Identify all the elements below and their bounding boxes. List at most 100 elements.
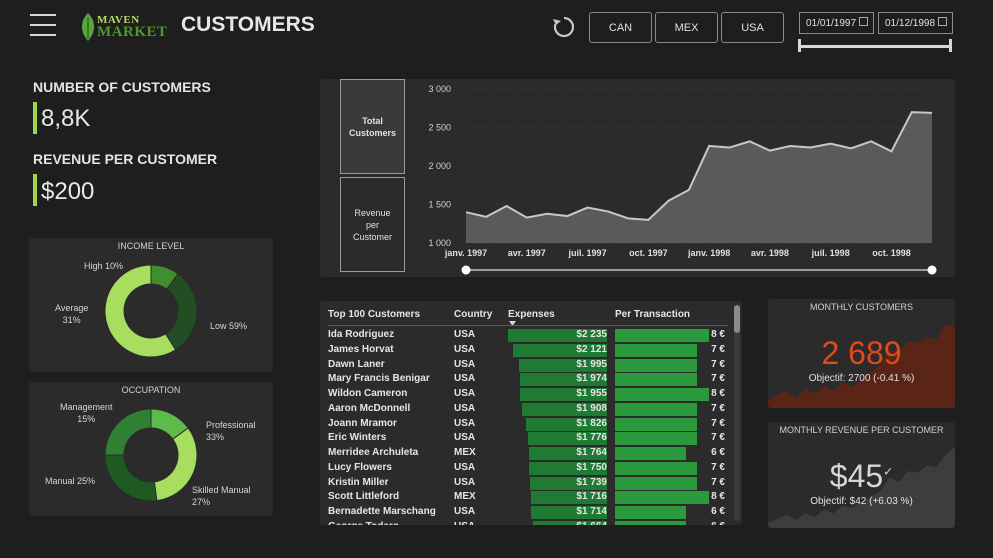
- table-row[interactable]: Merridee Archuleta MEX $1 764 6 €: [328, 446, 728, 461]
- customer-expenses: $1 974: [576, 373, 607, 385]
- reset-icon[interactable]: [551, 14, 577, 40]
- donut-slice-average[interactable]: [164, 273, 197, 351]
- table-row[interactable]: Kristin Miller USA $1 739 7 €: [328, 476, 728, 491]
- occupation-donut-chart[interactable]: [105, 409, 197, 501]
- table-row[interactable]: George Todero USA $1 664 6 €: [328, 520, 728, 525]
- monthly-revenue-value-wrap: $45✓: [768, 458, 955, 495]
- table-scrollbar[interactable]: [734, 305, 740, 521]
- table-row[interactable]: James Horvat USA $2 121 7 €: [328, 343, 728, 358]
- customer-expenses: $1 716: [576, 491, 607, 503]
- customer-per-transaction: 8 €: [711, 388, 725, 399]
- per-transaction-bar: [615, 417, 697, 431]
- x-tick-label: janv. 1998: [687, 248, 730, 258]
- table-row[interactable]: Mary Francis Benigar USA $1 974 7 €: [328, 372, 728, 387]
- income-donut-chart[interactable]: [105, 265, 197, 357]
- customer-expenses: $1 764: [576, 447, 607, 458]
- column-header-country[interactable]: Country: [454, 309, 492, 320]
- per-transaction-bar: [615, 388, 709, 401]
- customer-per-transaction: 7 €: [711, 417, 725, 429]
- customer-name: Mary Francis Benigar: [328, 373, 430, 385]
- monthly-customers-card: MONTHLY CUSTOMERS 2 689 Objectif: 2700 (…: [768, 299, 955, 408]
- table-row[interactable]: Wildon Cameron USA $1 955 8 €: [328, 387, 728, 402]
- customer-expenses: $1 995: [576, 358, 607, 370]
- customer-country: USA: [454, 329, 476, 340]
- x-tick-label: juil. 1998: [811, 248, 850, 258]
- header-divider: [328, 325, 728, 326]
- per-transaction-bar: [615, 461, 697, 475]
- monthly-customers-title: MONTHLY CUSTOMERS: [809, 302, 913, 312]
- revenue-kpi-value: $200: [41, 178, 95, 205]
- country-button-can[interactable]: CAN: [589, 12, 652, 43]
- customer-expenses: $2 235: [576, 329, 607, 340]
- donut-slice-skilled-manual[interactable]: [105, 454, 158, 501]
- per-transaction-bar: [615, 520, 686, 525]
- customer-per-transaction: 7 €: [711, 432, 725, 444]
- customer-expenses: $1 776: [576, 432, 607, 444]
- customer-trend-area-chart[interactable]: 1 000 1 500 2 000 2 500 3 000 janv. 1997 avr. …: [415, 81, 950, 275]
- income-label-average: Average 31%: [55, 303, 89, 325]
- area-fill: [466, 112, 932, 243]
- date-range-slider-track[interactable]: [799, 45, 952, 48]
- income-label-high: High 10%: [84, 261, 124, 271]
- occupation-panel: OCCUPATION Management 15% Professional 3…: [29, 382, 273, 516]
- menu-icon[interactable]: [30, 14, 56, 38]
- customer-trend-panel: Total Customers Revenue per Customer 1 0…: [320, 79, 955, 277]
- table-row[interactable]: Bernadette Marschang USA $1 714 6 €: [328, 505, 728, 520]
- customer-expenses: $1 714: [576, 506, 607, 517]
- per-transaction-bar: [615, 343, 697, 357]
- check-icon: ✓: [883, 464, 894, 479]
- date-range-handle-start[interactable]: [798, 39, 801, 52]
- date-start-field[interactable]: 01/01/1997: [799, 12, 874, 34]
- scrollbar-thumb[interactable]: [734, 305, 740, 333]
- table-row[interactable]: Scott Littleford MEX $1 716 8 €: [328, 490, 728, 505]
- country-button-mex[interactable]: MEX: [655, 12, 718, 43]
- customer-name: George Todero: [328, 521, 399, 525]
- date-end-field[interactable]: 01/12/1998: [878, 12, 953, 34]
- monthly-revenue-target: Objectif: $42 (+6.03 %): [810, 496, 913, 507]
- customer-name: Eric Winters: [328, 432, 387, 444]
- customer-country: MEX: [454, 491, 476, 503]
- time-range-handle-start[interactable]: [461, 265, 471, 275]
- page-title: CUSTOMERS: [181, 13, 315, 36]
- customer-country: USA: [454, 417, 476, 429]
- monthly-customers-target: Objectif: 2700 (-0.41 %): [808, 373, 915, 384]
- toggle-revenue-per-customer[interactable]: Revenue per Customer: [340, 177, 405, 272]
- customer-name: Wildon Cameron: [328, 388, 408, 399]
- customer-expenses: $1 739: [576, 476, 607, 488]
- kpi-accent-bar: [33, 102, 37, 134]
- y-tick-label: 1 000: [428, 238, 451, 248]
- customer-country: MEX: [454, 447, 476, 458]
- customer-name: Scott Littleford: [328, 491, 400, 503]
- customer-per-transaction: 6 €: [698, 521, 725, 525]
- calendar-icon: [859, 17, 868, 26]
- table-row[interactable]: Dawn Laner USA $1 995 7 €: [328, 358, 728, 373]
- toggle-total-customers[interactable]: Total Customers: [340, 79, 405, 174]
- table-row[interactable]: Aaron McDonnell USA $1 908 7 €: [328, 402, 728, 417]
- country-button-usa[interactable]: USA: [721, 12, 784, 43]
- customer-country: USA: [454, 373, 476, 385]
- table-row[interactable]: Joann Mramor USA $1 826 7 €: [328, 417, 728, 432]
- maven-market-logo: MAVEN MARKET: [79, 12, 171, 42]
- table-row[interactable]: Ida Rodriguez USA $2 235 8 €: [328, 328, 728, 343]
- table-row[interactable]: Eric Winters USA $1 776 7 €: [328, 431, 728, 446]
- customer-name: Kristin Miller: [328, 476, 389, 488]
- date-range-handle-end[interactable]: [949, 39, 952, 52]
- customer-name: Aaron McDonnell: [328, 402, 411, 414]
- income-level-title: INCOME LEVEL: [117, 241, 185, 251]
- customer-name: Ida Rodriguez: [328, 329, 395, 340]
- customer-country: USA: [454, 388, 476, 399]
- top-customers-table: Top 100 Customers Country Expenses Per T…: [320, 301, 742, 525]
- monthly-customers-value: 2 689: [821, 335, 902, 371]
- customer-name: Bernadette Marschang: [328, 506, 436, 517]
- table-row[interactable]: Lucy Flowers USA $1 750 7 €: [328, 461, 728, 476]
- column-header-per-transaction[interactable]: Per Transaction: [615, 309, 690, 320]
- customer-expenses: $1 955: [576, 388, 607, 399]
- donut-slice-professional[interactable]: [153, 427, 197, 501]
- column-header-customer[interactable]: Top 100 Customers: [328, 309, 420, 320]
- time-range-handle-end[interactable]: [927, 265, 937, 275]
- kpi-accent-bar: [33, 174, 37, 206]
- column-header-expenses[interactable]: Expenses: [508, 309, 555, 320]
- occupation-label-management: Management 15%: [60, 402, 113, 424]
- customer-country: USA: [454, 461, 476, 473]
- customer-country: USA: [454, 402, 476, 414]
